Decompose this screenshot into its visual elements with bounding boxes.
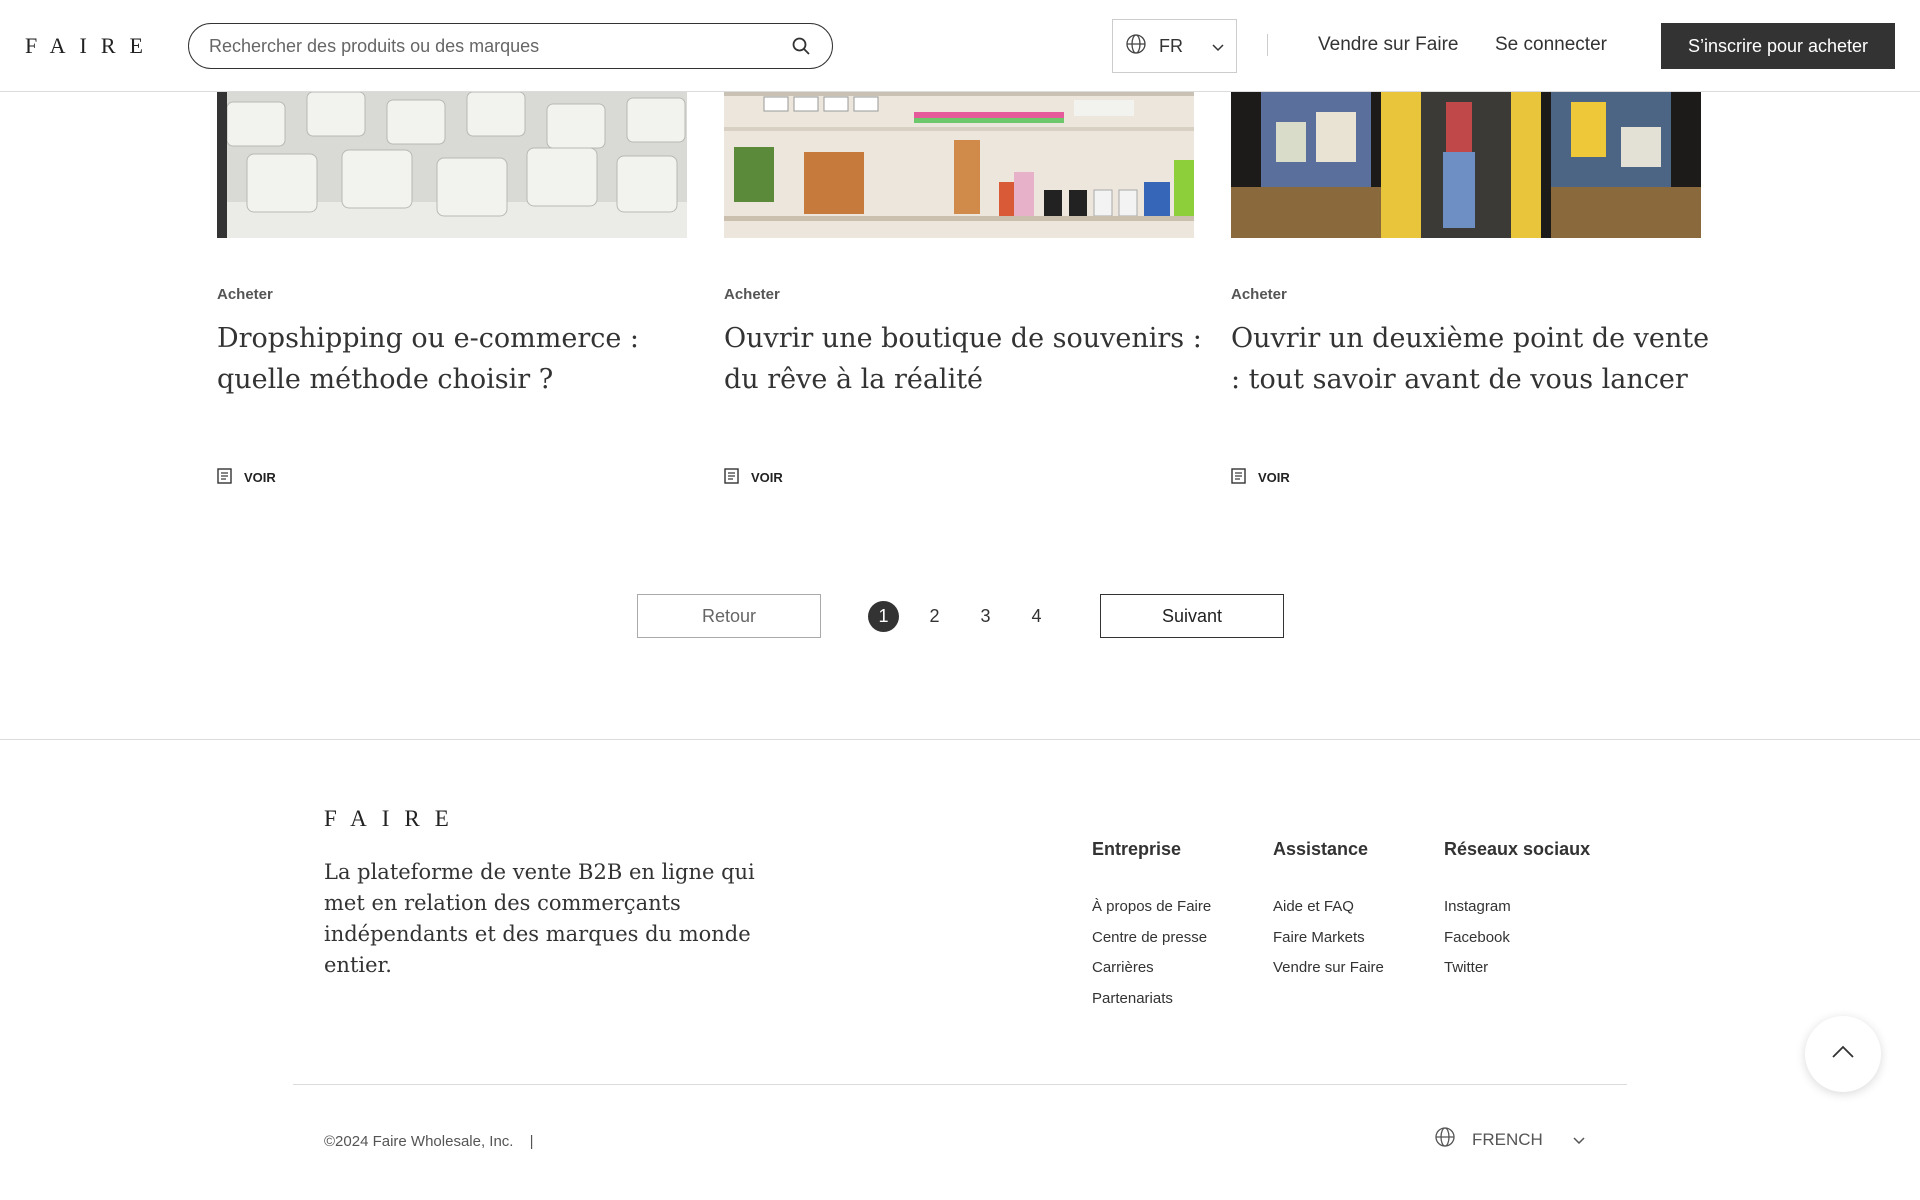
article-card[interactable]: Acheter Ouvrir une boutique de souvenirs…: [724, 92, 1202, 485]
footer-language-label: FRENCH: [1472, 1129, 1543, 1149]
footer-bottom-divider: [293, 1084, 1627, 1085]
footer-link-faire-markets[interactable]: Faire Markets: [1273, 929, 1384, 960]
footer-link-careers[interactable]: Carrières: [1092, 959, 1211, 990]
article-category: Acheter: [724, 286, 780, 303]
article-category: Acheter: [1231, 286, 1287, 303]
footer-link-partnerships[interactable]: Partenariats: [1092, 990, 1211, 1021]
footer-column-heading: Entreprise: [1092, 839, 1182, 859]
language-selector[interactable]: FR: [1112, 19, 1237, 73]
view-article-link[interactable]: VOIR: [1231, 468, 1290, 487]
copyright-text: ©2024 Faire Wholesale, Inc.: [324, 1133, 514, 1150]
footer-link-twitter[interactable]: Twitter: [1444, 959, 1590, 990]
search-bar[interactable]: [188, 23, 833, 69]
article-image-shop-shelf[interactable]: [724, 92, 1194, 238]
article-title[interactable]: Ouvrir un deuxième point de vente : tout…: [1231, 318, 1711, 400]
footer-column-heading: Réseaux sociaux: [1444, 839, 1591, 859]
view-article-link[interactable]: VOIR: [724, 468, 783, 487]
search-icon[interactable]: [790, 35, 812, 57]
globe-icon: [1125, 33, 1147, 60]
page-number-3[interactable]: 3: [970, 601, 1001, 632]
footer-logo[interactable]: FAIRE: [324, 806, 464, 832]
view-label: VOIR: [751, 470, 783, 485]
page-number-2[interactable]: 2: [919, 601, 950, 632]
view-label: VOIR: [1258, 470, 1290, 485]
article-title[interactable]: Dropshipping ou e-commerce : quelle méth…: [217, 318, 697, 400]
document-icon: [217, 468, 232, 487]
globe-icon: [1434, 1126, 1456, 1153]
article-image-storefront[interactable]: [1231, 92, 1701, 238]
article-card[interactable]: Acheter Ouvrir un deuxième point de vent…: [1231, 92, 1709, 485]
copyright-separator: |: [529, 1133, 534, 1150]
chevron-down-icon: [1573, 1130, 1585, 1150]
view-label: VOIR: [244, 470, 276, 485]
footer-link-help-faq[interactable]: Aide et FAQ: [1273, 898, 1384, 929]
previous-page-button[interactable]: Retour: [637, 594, 821, 638]
document-icon: [1231, 468, 1246, 487]
copyright: ©2024 Faire Wholesale, Inc. |: [324, 1133, 534, 1150]
page-number-1[interactable]: 1: [868, 601, 899, 632]
footer-link-instagram[interactable]: Instagram: [1444, 898, 1590, 929]
page-number-4[interactable]: 4: [1021, 601, 1052, 632]
scroll-to-top-button[interactable]: [1805, 1016, 1881, 1092]
language-code: FR: [1159, 35, 1183, 56]
footer-language-selector[interactable]: FRENCH: [1434, 1126, 1585, 1153]
next-page-button[interactable]: Suivant: [1100, 594, 1284, 638]
view-article-link[interactable]: VOIR: [217, 468, 276, 487]
document-icon: [724, 468, 739, 487]
footer-column-company: Entreprise À propos de Faire Centre de p…: [1092, 839, 1211, 1020]
article-category: Acheter: [217, 286, 273, 303]
signup-button[interactable]: S’inscrire pour acheter: [1661, 23, 1895, 69]
footer-link-sell-on-faire[interactable]: Vendre sur Faire: [1273, 959, 1384, 990]
footer-divider: [0, 739, 1920, 740]
search-input[interactable]: [209, 35, 790, 57]
top-header: FAIRE FR Vendre sur Faire Se connecter S…: [0, 0, 1920, 92]
footer-link-press[interactable]: Centre de presse: [1092, 929, 1211, 960]
chevron-up-icon: [1832, 1045, 1854, 1063]
article-title[interactable]: Ouvrir une boutique de souvenirs : du rê…: [724, 318, 1204, 400]
footer-tagline: La plateforme de vente B2B en ligne qui …: [324, 860, 755, 977]
article-card[interactable]: Acheter Dropshipping ou e-commerce : que…: [217, 92, 687, 485]
footer-column-social: Réseaux sociaux Instagram Facebook Twitt…: [1444, 839, 1590, 990]
footer-link-facebook[interactable]: Facebook: [1444, 929, 1590, 960]
footer-link-about[interactable]: À propos de Faire: [1092, 898, 1211, 929]
footer-column-heading: Assistance: [1273, 839, 1369, 859]
login-link[interactable]: Se connecter: [1495, 34, 1607, 56]
chevron-down-icon: [1212, 36, 1224, 57]
faire-logo[interactable]: FAIRE: [25, 33, 157, 59]
header-divider: [1267, 34, 1268, 56]
article-image-mugs[interactable]: [217, 92, 687, 238]
footer-column-support: Assistance Aide et FAQ Faire Markets Ven…: [1273, 839, 1384, 990]
sell-on-faire-link[interactable]: Vendre sur Faire: [1318, 34, 1458, 56]
